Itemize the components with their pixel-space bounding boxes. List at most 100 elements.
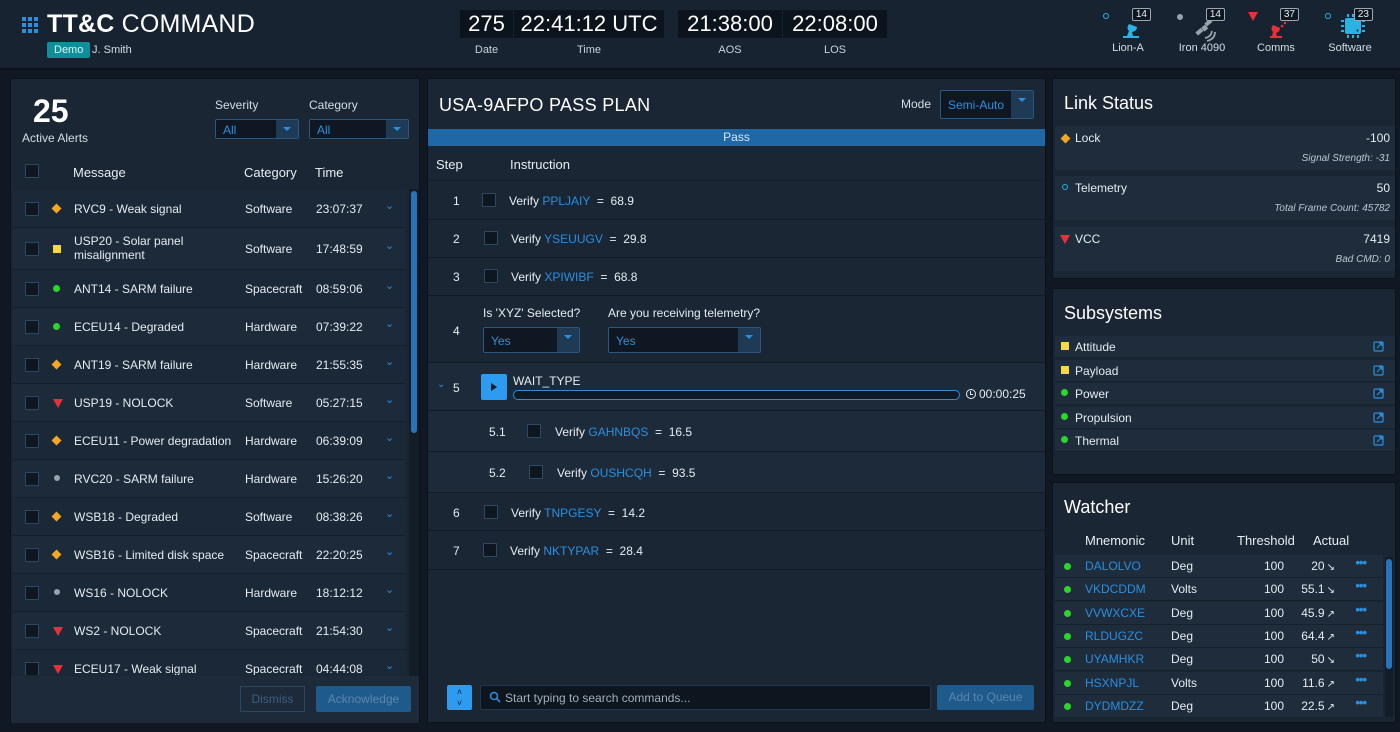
acknowledge-button[interactable]: Acknowledge [316,686,411,712]
mnemonic-link[interactable]: TNPGESY [544,506,601,520]
alerts-scrollbar-thumb[interactable] [411,191,417,433]
alert-checkbox[interactable] [25,662,39,675]
select-all-checkbox[interactable] [25,164,39,178]
step-checkbox[interactable] [527,424,541,438]
alert-checkbox[interactable] [25,624,39,638]
alert-row[interactable]: ECEU17 - Weak signal Spacecraft 04:44:08 ⌄ [13,650,405,675]
mnemonic-link[interactable]: GAHNBQS [588,425,648,439]
mnemonic-link[interactable]: NKTYPAR [543,544,599,558]
mnemonic-link[interactable]: RLDUGZC [1085,629,1143,643]
subsystem-item[interactable]: Propulsion [1055,406,1395,429]
more-options-icon[interactable]: ••• [1355,625,1367,640]
mnemonic-link[interactable]: YSEUUGV [544,232,603,246]
more-options-icon[interactable]: ••• [1355,648,1367,663]
chevron-down-icon[interactable]: ⌄ [385,583,394,596]
alert-checkbox[interactable] [25,358,39,372]
column-category[interactable]: Category [244,165,297,180]
severity-filter-select[interactable]: All [215,119,299,139]
sort-toggle-button[interactable]: ˄ ˅ [447,685,472,710]
watcher-scrollbar[interactable] [1385,557,1393,717]
subsystem-item[interactable]: Power [1055,383,1395,405]
alert-row[interactable]: ECEU14 - Degraded Hardware 07:39:22 ⌄ [13,308,405,346]
alert-row[interactable]: ECEU11 - Power degradation Hardware 06:39:… [13,422,405,460]
mnemonic-link[interactable]: OUSHCQH [590,466,651,480]
command-search-input[interactable] [505,689,925,707]
alert-row[interactable]: WS2 - NOLOCK Spacecraft 21:54:30 ⌄ [13,612,405,650]
alerts-scrollbar[interactable] [409,189,419,679]
chevron-down-icon[interactable]: ⌄ [385,659,394,672]
alert-checkbox[interactable] [25,434,39,448]
mnemonic-link[interactable]: DALOLVO [1085,559,1141,573]
collapse-chevron-icon[interactable]: ⌄ [437,379,445,390]
alert-row[interactable]: WS16 - NOLOCK Hardware 18:12:12 ⌄ [13,574,405,612]
mnemonic-link[interactable]: PPLJAIY [542,194,590,208]
step-checkbox[interactable] [483,543,497,557]
mnemonic-link[interactable]: DYDMDZZ [1085,699,1144,713]
monitoring-icon-software[interactable]: 23 Software [1315,8,1385,58]
alert-checkbox[interactable] [25,282,39,296]
external-link-icon[interactable] [1373,388,1384,399]
monitoring-icon-lion-a[interactable]: 14 Lion-A [1093,8,1163,58]
question-2-select[interactable]: Yes [608,327,761,353]
user-name[interactable]: J. Smith [92,44,132,56]
chevron-down-icon[interactable]: ⌄ [385,545,394,558]
monitoring-icon-comms[interactable]: 37 Comms [1241,8,1311,58]
play-button[interactable] [481,374,507,400]
alert-row[interactable]: USP20 - Solar panel misalignment Software… [13,228,405,270]
column-time[interactable]: Time [315,165,343,180]
external-link-icon[interactable] [1373,364,1384,376]
external-link-icon[interactable] [1373,435,1384,446]
mnemonic-link[interactable]: XPIWIBF [544,270,593,284]
alert-checkbox[interactable] [25,396,39,410]
app-grid-icon[interactable] [22,17,38,33]
step-checkbox[interactable] [484,269,498,283]
more-options-icon[interactable]: ••• [1355,578,1367,593]
watcher-scrollbar-thumb[interactable] [1386,559,1392,669]
alert-checkbox[interactable] [25,320,39,334]
dismiss-button[interactable]: Dismiss [240,686,305,712]
chevron-down-icon[interactable]: ⌄ [385,279,394,292]
alert-checkbox[interactable] [25,548,39,562]
add-to-queue-button[interactable]: Add to Queue [937,685,1034,710]
chevron-down-icon[interactable]: ⌄ [385,393,394,406]
mnemonic-link[interactable]: VVWXCXE [1085,606,1145,620]
chevron-down-icon[interactable]: ⌄ [385,355,394,368]
chevron-down-icon[interactable]: ⌄ [385,199,394,212]
column-message[interactable]: Message [73,165,126,180]
alert-checkbox[interactable] [25,472,39,486]
mnemonic-link[interactable]: HSXNPJL [1085,676,1139,690]
subsystem-item[interactable]: Payload [1055,359,1395,382]
monitoring-icon-iron-4090[interactable]: 14 Iron 4090 [1167,8,1237,58]
alert-checkbox[interactable] [25,586,39,600]
step-checkbox[interactable] [484,505,498,519]
subsystem-item[interactable]: Attitude [1055,336,1395,358]
more-options-icon[interactable]: ••• [1355,602,1367,617]
category-filter-select[interactable]: All [309,119,409,139]
alert-checkbox[interactable] [25,242,39,256]
chevron-down-icon[interactable]: ⌄ [385,317,394,330]
chevron-down-icon[interactable]: ⌄ [385,239,394,252]
alert-row[interactable]: ANT19 - SARM failure Hardware 21:55:35 ⌄ [13,346,405,384]
alert-row[interactable]: RVC20 - SARM failure Hardware 15:26:20 ⌄ [13,460,405,498]
external-link-icon[interactable] [1373,341,1384,352]
external-link-icon[interactable] [1373,411,1384,423]
mnemonic-link[interactable]: UYAMHKR [1085,652,1144,666]
alert-row[interactable]: WSB18 - Degraded Software 08:38:26 ⌄ [13,498,405,536]
mnemonic-link[interactable]: VKDCDDM [1085,582,1146,596]
alert-row[interactable]: ANT14 - SARM failure Spacecraft 08:59:06 ⌄ [13,270,405,308]
alert-row[interactable]: RVC9 - Weak signal Software 23:07:37 ⌄ [13,190,405,228]
chevron-down-icon[interactable]: ⌄ [385,507,394,520]
step-checkbox[interactable] [482,193,496,207]
chevron-down-icon[interactable]: ⌄ [385,621,394,634]
alert-checkbox[interactable] [25,510,39,524]
step-checkbox[interactable] [529,465,543,479]
chevron-down-icon[interactable]: ⌄ [385,469,394,482]
subsystem-item[interactable]: Thermal [1055,430,1395,452]
mode-select[interactable]: Semi-Auto [940,90,1034,119]
question-1-select[interactable]: Yes [483,327,580,353]
alert-row[interactable]: WSB16 - Limited disk space Spacecraft 22:2… [13,536,405,574]
more-options-icon[interactable]: ••• [1355,555,1367,570]
alert-checkbox[interactable] [25,202,39,216]
command-search-field[interactable] [480,685,931,710]
step-checkbox[interactable] [484,231,498,245]
